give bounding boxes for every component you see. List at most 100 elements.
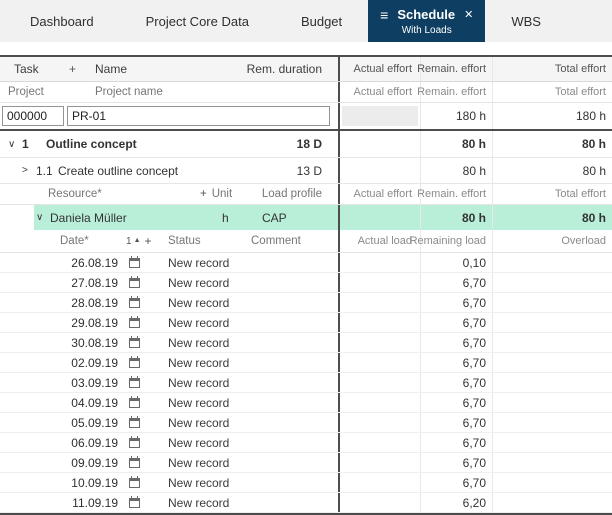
project-id-input[interactable]: [2, 106, 64, 126]
resource-row-selected[interactable]: ∨ Daniela Müller h CAP 80 h 80 h: [0, 205, 612, 230]
remaining-load-value[interactable]: 6,70: [420, 313, 492, 332]
load-date-value[interactable]: 02.09.19: [0, 356, 122, 370]
remaining-load-value[interactable]: 6,70: [420, 333, 492, 352]
calendar-icon[interactable]: [129, 358, 140, 368]
project-name-input[interactable]: [67, 106, 330, 126]
calendar-icon[interactable]: [129, 378, 140, 388]
remaining-load-value[interactable]: 6,20: [420, 493, 492, 512]
calendar-icon[interactable]: [129, 418, 140, 428]
remaining-load-value[interactable]: 6,70: [420, 273, 492, 292]
actual-load-cell[interactable]: [340, 433, 420, 452]
load-row[interactable]: 28.08.19 New record 6,70: [0, 293, 612, 313]
load-date-value[interactable]: 04.09.19: [0, 396, 122, 410]
task-rem-duration: 13 D: [233, 164, 338, 178]
remaining-load-value[interactable]: 6,70: [420, 293, 492, 312]
actual-load-cell[interactable]: [340, 293, 420, 312]
actual-load-cell[interactable]: [340, 273, 420, 292]
actual-load-cell[interactable]: [340, 373, 420, 392]
remaining-load-value[interactable]: 6,70: [420, 433, 492, 452]
tab-dashboard-label: Dashboard: [30, 14, 94, 29]
calendar-icon[interactable]: [129, 318, 140, 328]
sort-control[interactable]: 1 ▲ +: [122, 234, 152, 248]
task-remain-effort: 80 h: [420, 158, 492, 183]
project-total-effort-label: Total effort: [492, 82, 612, 102]
close-tab-icon[interactable]: ✕: [464, 8, 473, 21]
add-task-icon[interactable]: +: [69, 62, 76, 76]
load-status-value: New record: [152, 436, 247, 450]
load-row[interactable]: 27.08.19 New record 6,70: [0, 273, 612, 293]
remaining-load-value[interactable]: 6,70: [420, 353, 492, 372]
tab-project-core-data-label: Project Core Data: [146, 14, 249, 29]
task-number: 1.1: [36, 164, 58, 178]
remaining-load-value[interactable]: 6,70: [420, 373, 492, 392]
task-row-1[interactable]: ∨ 1 Outline concept 18 D 80 h 80 h: [0, 131, 612, 158]
load-date-value[interactable]: 09.09.19: [0, 456, 122, 470]
tab-schedule-active[interactable]: ≡ Schedule ✕ With Loads: [368, 0, 485, 42]
overload-cell: [492, 353, 612, 372]
calendar-icon[interactable]: [129, 498, 140, 508]
load-date-value[interactable]: 27.08.19: [0, 276, 122, 290]
remaining-load-value[interactable]: 6,70: [420, 453, 492, 472]
load-row[interactable]: 10.09.19 New record 6,70: [0, 473, 612, 493]
remaining-load-value[interactable]: 0,10: [420, 253, 492, 272]
actual-load-cell[interactable]: [340, 353, 420, 372]
actual-load-cell[interactable]: [340, 493, 420, 512]
actual-load-cell[interactable]: [340, 473, 420, 492]
actual-load-cell[interactable]: [340, 453, 420, 472]
remaining-load-value[interactable]: 6,70: [420, 393, 492, 412]
load-date-value[interactable]: 29.08.19: [0, 316, 122, 330]
calendar-icon[interactable]: [129, 398, 140, 408]
add-resource-icon[interactable]: +: [200, 188, 207, 200]
remaining-load-value[interactable]: 6,70: [420, 473, 492, 492]
expand-task-icon[interactable]: >: [22, 165, 36, 176]
load-row[interactable]: 29.08.19 New record 6,70: [0, 313, 612, 333]
actual-load-cell[interactable]: [340, 253, 420, 272]
load-date-value[interactable]: 10.09.19: [0, 476, 122, 490]
calendar-icon[interactable]: [129, 298, 140, 308]
actual-load-cell[interactable]: [340, 333, 420, 352]
menu-icon[interactable]: ≡: [380, 7, 388, 23]
collapse-resource-icon[interactable]: ∨: [36, 212, 50, 223]
project-name-column-label: Project name: [88, 86, 233, 98]
calendar-icon[interactable]: [129, 338, 140, 348]
load-row[interactable]: 11.09.19 New record 6,20: [0, 493, 612, 513]
actual-load-cell[interactable]: [340, 413, 420, 432]
calendar-icon[interactable]: [129, 438, 140, 448]
calendar-icon[interactable]: [129, 458, 140, 468]
load-date-value[interactable]: 05.09.19: [0, 416, 122, 430]
remaining-load-value[interactable]: 6,70: [420, 413, 492, 432]
project-total-effort-value: 180 h: [492, 103, 612, 129]
load-row[interactable]: 05.09.19 New record 6,70: [0, 413, 612, 433]
add-load-record-icon[interactable]: +: [145, 234, 152, 248]
tab-budget[interactable]: Budget: [275, 0, 368, 42]
load-date-value[interactable]: 06.09.19: [0, 436, 122, 450]
load-row[interactable]: 09.09.19 New record 6,70: [0, 453, 612, 473]
actual-load-column-label: Actual load: [340, 230, 420, 252]
date-column-label: Date*: [0, 235, 122, 247]
tab-schedule-sublabel: With Loads: [402, 25, 452, 36]
load-row[interactable]: 04.09.19 New record 6,70: [0, 393, 612, 413]
calendar-icon[interactable]: [129, 478, 140, 488]
load-date-value[interactable]: 26.08.19: [0, 256, 122, 270]
load-date-value[interactable]: 30.08.19: [0, 336, 122, 350]
load-row[interactable]: 03.09.19 New record 6,70: [0, 373, 612, 393]
actual-load-cell[interactable]: [340, 393, 420, 412]
tab-wbs[interactable]: WBS: [485, 0, 567, 42]
load-date-value[interactable]: 28.08.19: [0, 296, 122, 310]
load-row[interactable]: 06.09.19 New record 6,70: [0, 433, 612, 453]
load-row[interactable]: 26.08.19 New record 0,10: [0, 253, 612, 273]
actual-load-cell[interactable]: [340, 313, 420, 332]
load-row[interactable]: 02.09.19 New record 6,70: [0, 353, 612, 373]
overload-cell: [492, 413, 612, 432]
remain-effort-column-label: Remain. effort: [420, 57, 492, 81]
load-date-value[interactable]: 11.09.19: [0, 496, 122, 510]
collapse-task-icon[interactable]: ∨: [8, 139, 22, 150]
load-date-value[interactable]: 03.09.19: [0, 376, 122, 390]
task-row-1-1[interactable]: > 1.1 Create outline concept 13 D 80 h 8…: [0, 158, 612, 184]
tab-dashboard[interactable]: Dashboard: [4, 0, 120, 42]
load-status-value: New record: [152, 276, 247, 290]
calendar-icon[interactable]: [129, 278, 140, 288]
calendar-icon[interactable]: [129, 258, 140, 268]
load-row[interactable]: 30.08.19 New record 6,70: [0, 333, 612, 353]
tab-project-core-data[interactable]: Project Core Data: [120, 0, 275, 42]
